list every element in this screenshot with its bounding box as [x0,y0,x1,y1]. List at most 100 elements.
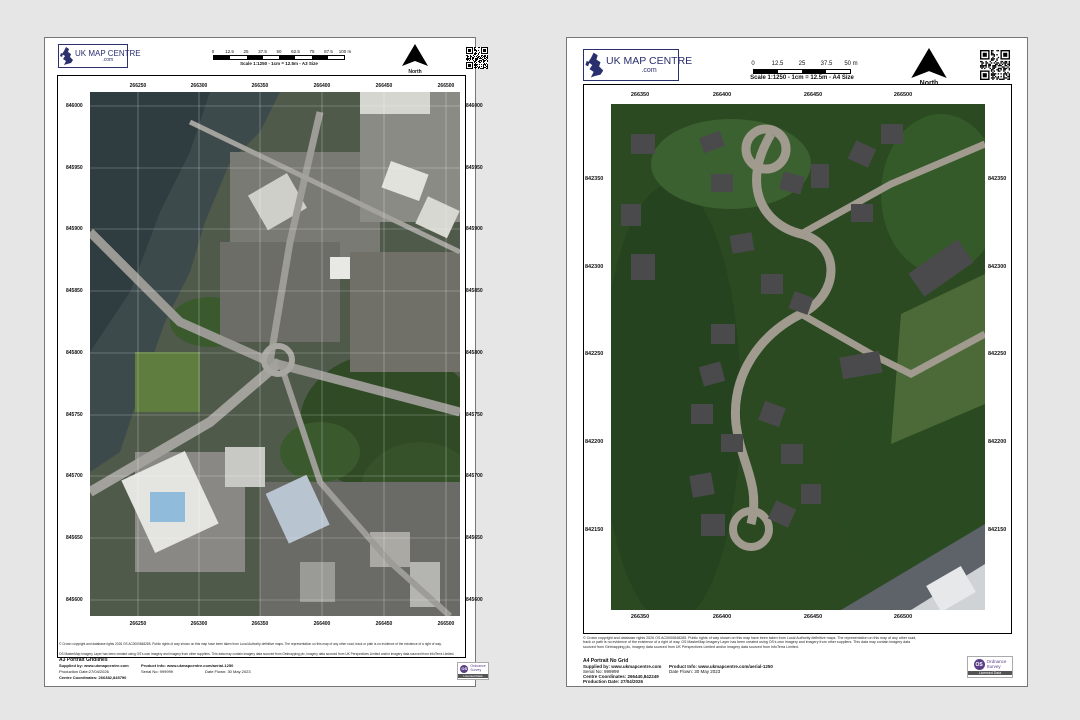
easting-label: 266350 [630,92,650,98]
scale-text: Scale 1:1250 - 1cm = 12.5m - A4 Size [750,75,854,81]
production-date: Production Date: 27/04/2026 [583,679,644,684]
northing-label: 845800 [466,350,483,356]
uk-map-centre-logo: UK MAP CENTRE .com [583,49,692,81]
scale-tick: 25 [243,49,249,54]
map-sheet-a4: UK MAP CENTRE .com 0 12.5 25 37.5 50 m S… [566,37,1028,687]
scale-ticks: 0 12.5 25 37.5 50 m [751,61,857,69]
northing-label: 845950 [66,165,83,171]
scale-tick: 100 m [338,49,352,54]
scale-tick: 12.5 [225,49,234,54]
logo-line2: .com [641,66,657,74]
os-name-2: Survey [986,663,1001,669]
northing-label: 846000 [66,103,83,109]
northing-label: 842250 [585,351,604,357]
northing-label: 845700 [466,473,483,479]
scale-tick: 0 [211,49,215,54]
easting-label: 266350 [251,83,269,89]
easting-label: 266450 [803,614,823,620]
map-sheet-a3: UK MAP CENTRE .com 0 12.5 25 37.5 50 62.… [44,37,489,687]
serial-number: Serial No: 999999 [141,669,174,674]
os-badge-icon: OS [973,659,985,670]
easting-label: 266450 [375,621,393,627]
scale-ticks: 0 12.5 25 37.5 50 62.5 75 87.5 100 m [211,49,352,55]
northing-label: 842250 [988,351,1007,357]
logo-line1: UK MAP CENTRE [606,55,693,68]
ordnance-survey-logo: OS Ordnance Survey Licensed Data [967,656,1013,678]
northing-label: 842150 [585,527,604,533]
scale-tick: 62.5 [291,49,300,54]
map-footer: © Crown copyright and database rights 20… [583,636,973,684]
ordnance-survey-logo: OS Ordnance Survey Licensed Data [457,662,489,680]
northing-label: 845900 [466,226,483,232]
north-arrow-icon [402,44,428,66]
north-arrow: North [907,48,951,87]
northing-label: 845800 [66,350,83,356]
scale-tick: 37.5 [820,61,833,67]
scale-text: Scale 1:1250 - 1cm = 12.5m - A3 Size [240,61,318,66]
easting-label: 266350 [630,614,650,620]
northing-label: 845600 [66,597,83,603]
northing-label: 845950 [466,165,483,171]
easting-label: 266500 [893,92,913,98]
northing-label: 846000 [466,103,483,109]
easting-label: 266400 [712,92,732,98]
easting-label: 266450 [803,92,823,98]
scale-tick: 12.5 [771,61,784,67]
scale-tick: 50 [276,49,282,54]
scale-tick: 0 [751,61,755,67]
uk-outline-icon [60,47,73,65]
aerial-image[interactable] [611,104,985,610]
easting-label: 266400 [712,614,732,620]
date-flown: Date Flown: 30 May 2023 [205,669,251,674]
map-footer: © Crown copyright and database rights 20… [59,642,463,684]
product-info-link[interactable]: Product Info: www.ukmapcentre.com/aerial… [141,663,233,668]
easting-label: 266250 [129,621,147,627]
northing-label: 845750 [66,412,83,418]
northing-label: 845600 [466,597,483,603]
qr-code-icon[interactable] [466,47,488,69]
easting-label: 266400 [313,621,331,627]
copyright-text: © Crown copyright and database rights 20… [583,636,917,649]
licensed-data-label: Licensed Data [458,673,488,678]
northing-label: 845650 [466,535,483,541]
easting-label: 266250 [129,83,147,89]
scale-tick: 50 m [844,61,858,67]
easting-label: 266500 [893,614,913,620]
copyright-text-2: OS MasterMap Imagery Layer has been crea… [59,652,455,656]
production-date: Production Date:27/04/2026 [59,669,109,674]
aerial-image[interactable] [90,92,460,616]
northing-label: 842150 [988,527,1007,533]
easting-label: 266500 [437,621,455,627]
northing-label: 842200 [988,439,1007,445]
uk-map-centre-logo: UK MAP CENTRE .com [58,44,141,68]
scale-tick: 25 [798,61,806,67]
easting-label: 266350 [251,621,269,627]
logo-line2: .com [102,56,114,63]
scale-tick: 37.5 [258,49,267,54]
northing-label: 842350 [988,176,1007,182]
northing-label: 842300 [585,264,604,270]
northing-label: 845750 [466,412,483,418]
northing-label: 845900 [66,226,83,232]
easting-label: 266300 [190,83,208,89]
north-arrow-icon [911,48,947,78]
northing-label: 845700 [66,473,83,479]
scale-tick: 75 [309,49,315,54]
northing-label: 845850 [466,288,483,294]
qr-code-icon[interactable] [980,50,1010,80]
os-badge-icon: OS [460,664,469,673]
uk-outline-icon [585,52,604,78]
northing-label: 845850 [66,288,83,294]
northing-label: 842350 [585,176,604,182]
date-flown: Date Flown: 30 May 2023 [669,669,721,674]
easting-label: 266500 [437,83,455,89]
centre-coordinates: Centre Coordinates: 266382,845790 [59,675,127,680]
easting-label: 266300 [190,621,208,627]
easting-label: 266450 [375,83,393,89]
copyright-text: © Crown copyright and database rights 20… [59,642,442,646]
os-name-2: Survey [470,667,482,672]
licensed-data-label: Licensed Data [968,671,1012,675]
supplied-by: Supplied by: www.ukmapcentre.com [59,663,129,668]
northing-label: 842200 [585,439,604,445]
northing-label: 842300 [988,264,1007,270]
